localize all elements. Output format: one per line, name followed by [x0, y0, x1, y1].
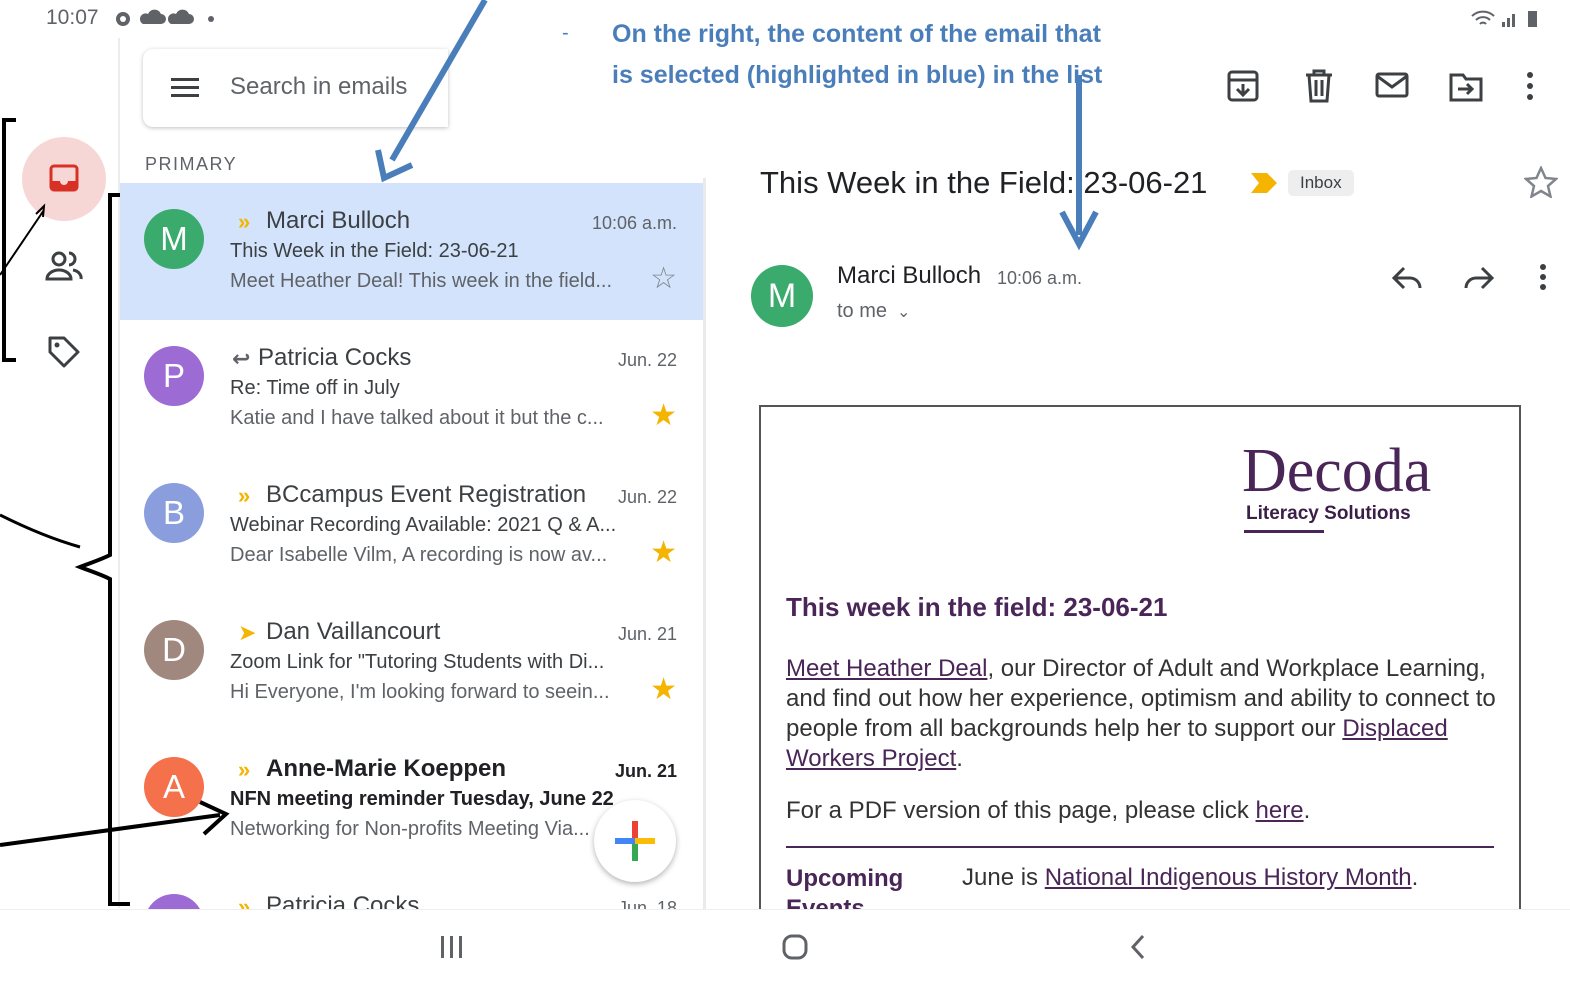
back-icon[interactable]: [1126, 933, 1150, 961]
importance-marker-icon: »: [238, 483, 251, 508]
signal-icon: [1502, 14, 1515, 27]
avatar: M: [144, 209, 204, 269]
email-date: Jun. 22: [617, 487, 677, 507]
link-pdf-here[interactable]: here: [1256, 797, 1304, 824]
message-recipient: to me: [837, 300, 888, 322]
message-subject: This Week in the Field: 23-06-21: [760, 165, 1208, 200]
avatar: P: [144, 894, 204, 909]
star-icon[interactable]: ★: [650, 398, 677, 433]
mark-unread-icon[interactable]: [1374, 70, 1410, 102]
email-sender: Patricia Cocks: [266, 892, 420, 909]
settings-icon: [116, 12, 130, 26]
move-to-icon[interactable]: [1448, 68, 1484, 104]
decoda-logo: Decoda: [1242, 437, 1432, 505]
star-icon[interactable]: ★: [650, 672, 677, 707]
inbox-label-chip[interactable]: Inbox: [1288, 170, 1354, 196]
archive-icon[interactable]: [1226, 68, 1260, 104]
importance-marker-icon: »: [238, 894, 251, 909]
chevron-down-icon: ⌄: [897, 304, 911, 321]
star-icon[interactable]: ★: [650, 535, 677, 570]
message-star-icon[interactable]: [1524, 166, 1558, 198]
message-time: 10:06 a.m.: [997, 268, 1083, 288]
reply-icon[interactable]: [1390, 264, 1424, 292]
email-date: Jun. 18: [617, 898, 677, 909]
forward-icon[interactable]: [1462, 264, 1496, 292]
compose-button[interactable]: [594, 800, 676, 882]
compose-plus-icon: [615, 821, 655, 861]
email-row[interactable]: P ↩ Patricia Cocks Jun. 22 Re: Time off …: [120, 320, 703, 457]
status-icons: [116, 9, 214, 26]
email-sender: Patricia Cocks: [258, 344, 412, 371]
email-subject: Zoom Link for "Tutoring Students with Di…: [230, 651, 605, 673]
home-icon[interactable]: [781, 933, 809, 961]
menu-icon[interactable]: [171, 77, 201, 99]
decoda-logo-subtitle: Literacy Solutions: [1246, 503, 1411, 524]
importance-marker-icon: »: [238, 757, 251, 782]
link-indigenous-history-month[interactable]: National Indigenous History Month: [1045, 864, 1412, 891]
star-icon[interactable]: ☆: [650, 261, 677, 296]
june-text: June is: [962, 864, 1045, 891]
june-end: .: [1411, 864, 1419, 891]
email-sender: Dan Vaillancourt: [266, 618, 441, 645]
email-date: Jun. 22: [617, 350, 677, 370]
june-line: June is National Indigenous History Mont…: [962, 864, 1418, 892]
email-snippet: Meet Heather Deal! This week in the fiel…: [230, 270, 613, 292]
replied-icon: ↩: [232, 346, 251, 371]
system-nav-bar: [0, 909, 1570, 985]
email-subject: NFN meeting reminder Tuesday, June 22: [230, 788, 614, 810]
recent-apps-icon[interactable]: [438, 934, 466, 960]
pdf-text: For a PDF version of this page, please c…: [786, 797, 1256, 824]
cloud-upload-icon: [167, 9, 194, 24]
email-snippet: Networking for Non-profits Meeting Via..…: [230, 818, 590, 840]
section-label-primary: PRIMARY: [145, 154, 238, 174]
pdf-line: For a PDF version of this page, please c…: [786, 797, 1310, 825]
importance-marker-icon: »: [238, 209, 251, 234]
avatar: D: [144, 620, 204, 680]
system-status-icons: [1471, 10, 1537, 27]
email-sender: Anne-Marie Koeppen: [266, 755, 507, 782]
logo-underline: [1244, 530, 1324, 533]
body-paragraph: Meet Heather Deal, our Director of Adult…: [786, 654, 1496, 774]
message-recipient-toggle[interactable]: to me ⌄: [837, 300, 910, 323]
body-heading: This week in the field: 23-06-21: [786, 592, 1168, 622]
battery-icon: [1528, 11, 1537, 27]
message-avatar: M: [751, 265, 813, 327]
cloud-icon: [139, 9, 166, 24]
avatar: B: [144, 483, 204, 543]
importance-marker-icon: ➤: [238, 620, 257, 645]
email-date: Jun. 21: [614, 761, 677, 781]
email-row[interactable]: B » BCcampus Event Registration Jun. 22 …: [120, 457, 703, 594]
more-options-icon[interactable]: [1520, 70, 1540, 104]
email-subject: Webinar Recording Available: 2021 Q & A.…: [230, 514, 617, 536]
body-divider: [786, 846, 1494, 848]
dot-icon: [208, 16, 214, 22]
email-date: Jun. 21: [617, 624, 677, 644]
message-sender: Marci Bulloch: [837, 262, 982, 289]
email-snippet: Hi Everyone, I'm looking forward to seei…: [230, 681, 610, 703]
paragraph-end: .: [956, 745, 963, 772]
email-row[interactable]: D ➤ Dan Vaillancourt Jun. 21 Zoom Link f…: [120, 594, 703, 731]
link-meet-heather-deal[interactable]: Meet Heather Deal: [786, 655, 987, 682]
delete-icon[interactable]: [1302, 68, 1336, 104]
annotation-blue-arrows: [375, 0, 1099, 251]
avatar: A: [144, 757, 204, 817]
email-subject: Re: Time off in July: [230, 377, 400, 399]
avatar: P: [144, 346, 204, 406]
message-more-icon[interactable]: [1533, 262, 1553, 294]
important-marker-icon[interactable]: [1249, 171, 1279, 195]
wifi-icon: [1471, 10, 1495, 25]
status-time: 10:07: [46, 6, 99, 29]
email-snippet: Katie and I have talked about it but the…: [230, 407, 604, 429]
email-snippet: Dear Isabelle Vilm, A recording is now a…: [230, 544, 608, 566]
pdf-end: .: [1303, 797, 1311, 824]
email-sender: BCcampus Event Registration: [266, 481, 587, 508]
pane-divider: [703, 178, 706, 909]
